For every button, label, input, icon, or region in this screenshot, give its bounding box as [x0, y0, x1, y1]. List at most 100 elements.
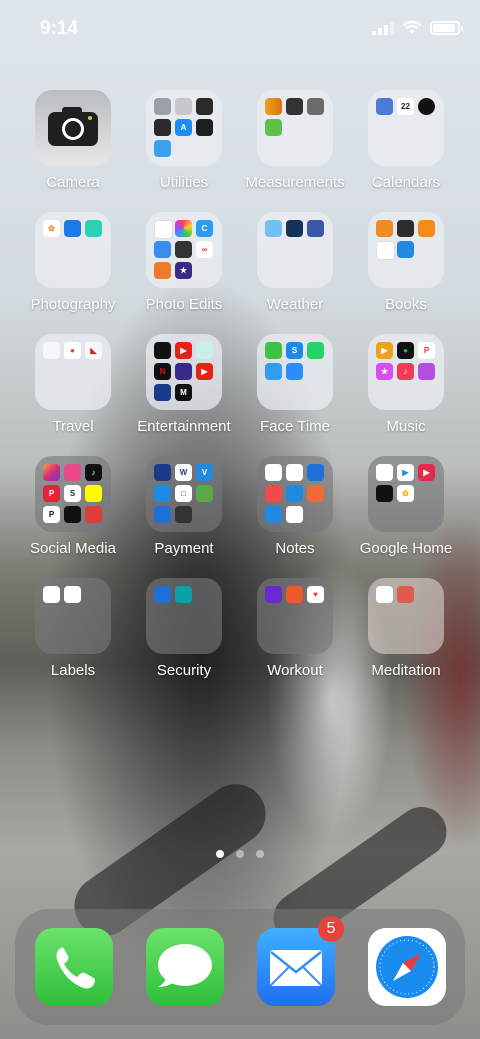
- camera-app-icon: [154, 220, 173, 239]
- photo-app-icon: [85, 220, 102, 237]
- folder-icon[interactable]: [368, 212, 444, 288]
- calculator-icon: [196, 98, 213, 115]
- facetime-icon: [265, 342, 282, 359]
- camera-app-icon[interactable]: [35, 90, 111, 166]
- folder-icon[interactable]: [146, 578, 222, 654]
- voice-app-icon: [376, 485, 393, 502]
- page-dot-3[interactable]: [256, 850, 264, 858]
- folder-icon[interactable]: [257, 90, 333, 166]
- label-maker-icon: [43, 586, 60, 603]
- folder-measurements[interactable]: Measurements: [239, 90, 351, 191]
- folder-label: Music: [386, 418, 426, 435]
- notes-icon: [265, 464, 282, 481]
- folder-icon[interactable]: ▶ ▶ ✿: [368, 456, 444, 532]
- folder-label: Meditation: [371, 662, 441, 679]
- folder-weather[interactable]: Weather: [239, 212, 351, 313]
- folder-social-media[interactable]: ♪ P S P Social Media: [17, 456, 129, 557]
- health-icon: ♥: [307, 586, 324, 603]
- photos-icon: ✿: [43, 220, 60, 237]
- folder-icon[interactable]: [257, 456, 333, 532]
- snapchat-icon: [85, 485, 102, 502]
- folder-entertainment[interactable]: ▶ N ▶ M Entertainment: [128, 334, 240, 435]
- folder-label: Security: [156, 662, 212, 679]
- app-camera[interactable]: Camera: [17, 90, 129, 191]
- folder-photography[interactable]: ✿ Photography: [17, 212, 129, 313]
- folder-books[interactable]: Books: [350, 212, 462, 313]
- folder-meditation[interactable]: Meditation: [350, 578, 462, 679]
- pandora-icon: P: [418, 342, 435, 359]
- folder-face-time[interactable]: S Face Time: [239, 334, 351, 435]
- calm-icon: [376, 586, 393, 603]
- folder-notes[interactable]: Notes: [239, 456, 351, 557]
- star-icon: ★: [376, 363, 393, 380]
- settings-icon: [154, 98, 171, 115]
- folder-icon[interactable]: S: [257, 334, 333, 410]
- messages-app[interactable]: [146, 928, 224, 1006]
- hoopla-icon: [397, 241, 414, 258]
- folder-label: Entertainment: [137, 418, 231, 435]
- folder-icon[interactable]: 22: [368, 90, 444, 166]
- audible-icon: [418, 220, 435, 237]
- folder-icon[interactable]: ● ◣: [35, 334, 111, 410]
- folder-label: Social Media: [30, 540, 116, 557]
- docs-icon: [265, 506, 282, 523]
- folder-label: Utilities: [159, 174, 209, 191]
- s-app-icon: [307, 485, 324, 502]
- status-time: 9:14: [40, 18, 79, 39]
- dropbox-icon: [64, 220, 81, 237]
- reminders-icon: [286, 464, 303, 481]
- folder-label: Photo Edits: [145, 296, 223, 313]
- netflix-icon: N: [154, 363, 171, 380]
- safari-app[interactable]: [368, 928, 446, 1006]
- folder-icon[interactable]: ▶ ● P ★ ♪: [368, 334, 444, 410]
- dark-app-icon: [64, 506, 81, 523]
- folder-label: Weather: [266, 296, 324, 313]
- page-dot-1[interactable]: [216, 850, 224, 858]
- folder-security[interactable]: Security: [128, 578, 240, 679]
- folder-travel[interactable]: ● ◣ Travel: [17, 334, 129, 435]
- bank-icon: [154, 464, 171, 481]
- folder-labels[interactable]: Labels: [17, 578, 129, 679]
- folder-icon[interactable]: ♥: [257, 578, 333, 654]
- page-indicator[interactable]: [0, 850, 480, 858]
- folder-icon[interactable]: [257, 212, 333, 288]
- photos-icon: [286, 506, 303, 523]
- color-wheel-icon: [175, 220, 192, 237]
- google-maps-icon: ●: [64, 342, 81, 359]
- youtube-icon: ▶: [175, 342, 192, 359]
- mail-app[interactable]: 5: [257, 916, 344, 1006]
- folder-icon[interactable]: ✿: [35, 212, 111, 288]
- label-app-icon: [64, 586, 81, 603]
- folder-photo-edits[interactable]: C ∞ ★ Photo Edits: [128, 212, 240, 313]
- wifi-icon: [402, 20, 422, 34]
- files-icon: [286, 485, 303, 502]
- play-store-icon: ▶: [397, 464, 414, 481]
- page-dot-2[interactable]: [236, 850, 244, 858]
- folder-icon[interactable]: A: [146, 90, 222, 166]
- folder-google-home[interactable]: ▶ ▶ ✿ Google Home: [350, 456, 462, 557]
- folder-utilities[interactable]: A Utilities: [128, 90, 240, 191]
- red-app-icon: ▶: [418, 464, 435, 481]
- apple-tv-icon: [154, 342, 171, 359]
- compass-icon: [286, 98, 303, 115]
- folder-calendars[interactable]: 22 Calendars: [350, 90, 462, 191]
- wallet-icon: [175, 506, 192, 523]
- folder-workout[interactable]: ♥ Workout: [239, 578, 351, 679]
- battery-icon: [430, 20, 463, 35]
- phone-app[interactable]: [35, 928, 113, 1006]
- folder-icon[interactable]: [35, 578, 111, 654]
- folder-icon[interactable]: W V □: [146, 456, 222, 532]
- folder-icon[interactable]: ▶ N ▶ M: [146, 334, 222, 410]
- tiktok-icon: ♪: [85, 464, 102, 481]
- app-store-icon: A: [175, 119, 192, 136]
- folder-music[interactable]: ▶ ● P ★ ♪ Music: [350, 334, 462, 435]
- folder-icon[interactable]: C ∞ ★: [146, 212, 222, 288]
- photo-editor-icon: [175, 241, 192, 258]
- folder-label: Photography: [30, 296, 116, 313]
- folder-icon[interactable]: ♪ P S P: [35, 456, 111, 532]
- voice-memos-icon: [154, 119, 171, 136]
- folder-icon[interactable]: [368, 578, 444, 654]
- instagram-icon: [43, 464, 60, 481]
- maps-icon: [43, 342, 60, 359]
- folder-payment[interactable]: W V □ Payment: [128, 456, 240, 557]
